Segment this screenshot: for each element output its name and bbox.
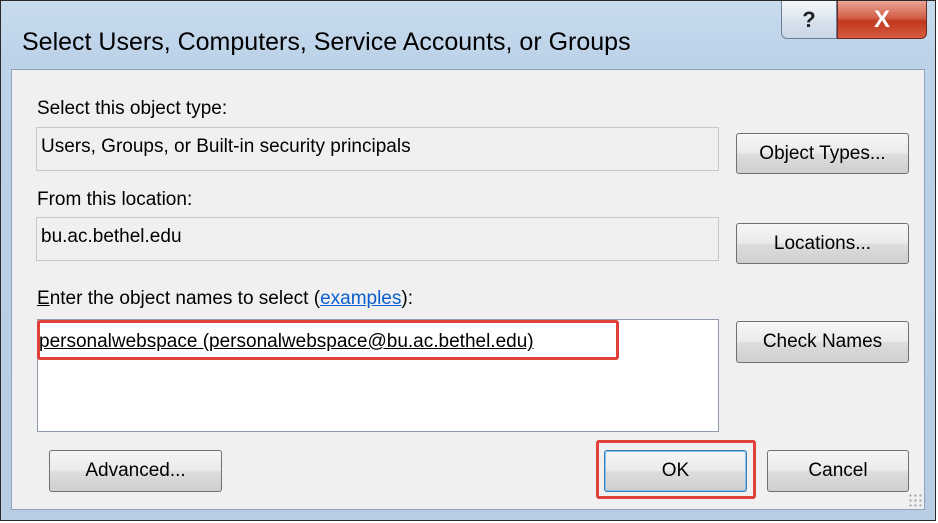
cancel-button[interactable]: Cancel [767, 450, 909, 492]
close-icon: X [873, 5, 890, 33]
name-highlight-box [37, 320, 619, 360]
location-label: From this location: [37, 189, 193, 210]
resize-grip-icon[interactable] [908, 493, 922, 507]
object-type-label: Select this object type: [37, 98, 228, 119]
ok-button[interactable]: OK [604, 450, 747, 492]
locations-button[interactable]: Locations... [736, 223, 909, 264]
help-button[interactable]: ? [781, 1, 837, 39]
location-field: bu.ac.bethel.edu [36, 217, 719, 261]
check-names-button[interactable]: Check Names [736, 321, 909, 363]
dialog-window: Select Users, Computers, Service Account… [0, 0, 936, 521]
close-button[interactable]: X [837, 1, 927, 39]
question-mark-icon: ? [802, 6, 816, 32]
object-names-label: Enter the object names to select (exampl… [37, 288, 413, 309]
examples-link[interactable]: examples [320, 288, 401, 309]
advanced-button[interactable]: Advanced... [49, 450, 222, 492]
window-title: Select Users, Computers, Service Account… [22, 28, 631, 56]
dialog-client-area: Select this object type: Users, Groups, … [11, 69, 925, 510]
object-types-button[interactable]: Object Types... [736, 133, 909, 174]
object-type-field: Users, Groups, or Built-in security prin… [36, 127, 719, 171]
